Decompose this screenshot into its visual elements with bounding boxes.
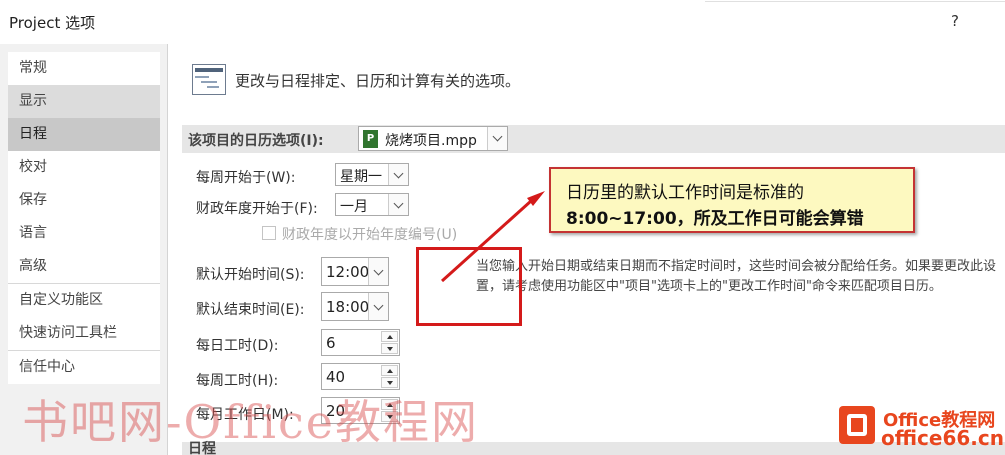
office-logo: Office教程网 office66.cn <box>839 404 1005 455</box>
sidebar-item-customize-ribbon[interactable]: 自定义功能区 <box>8 284 160 317</box>
window-title: Project 选项 <box>9 14 96 32</box>
sidebar-nav: 常规 显示 日程 校对 保存 语言 高级 自定义功能区 快速访问工具栏 信任中心 <box>8 52 160 384</box>
sidebar-item-advanced[interactable]: 高级 <box>8 250 160 283</box>
sidebar-item-general[interactable]: 常规 <box>8 52 160 85</box>
title-divider <box>705 0 1005 2</box>
sidebar-item-trust-center[interactable]: 信任中心 <box>8 351 160 384</box>
watermark: 书吧网-Office教程网 <box>22 395 480 449</box>
callout-line-1: 日历里的默认工作时间是标准的 <box>566 183 804 203</box>
help-button[interactable]: ? <box>951 12 959 30</box>
sidebar-item-quick-access-toolbar[interactable]: 快速访问工具栏 <box>8 317 160 350</box>
sidebar-item-display[interactable]: 显示 <box>8 85 160 118</box>
annotation-callout: 日历里的默认工作时间是标准的 8:00~17:00，所及工作日可能会算错 <box>549 167 915 233</box>
sidebar-item-proofing[interactable]: 校对 <box>8 151 160 184</box>
office-logo-icon <box>839 406 875 444</box>
sidebar-item-language[interactable]: 语言 <box>8 217 160 250</box>
logo-line-2: office66.cn <box>881 426 1004 450</box>
title-bar: Project 选项 ? <box>0 0 1005 44</box>
sidebar-item-save[interactable]: 保存 <box>8 184 160 217</box>
callout-line-2: 8:00~17:00，所及工作日可能会算错 <box>566 209 864 229</box>
sidebar-item-schedule[interactable]: 日程 <box>8 118 160 151</box>
